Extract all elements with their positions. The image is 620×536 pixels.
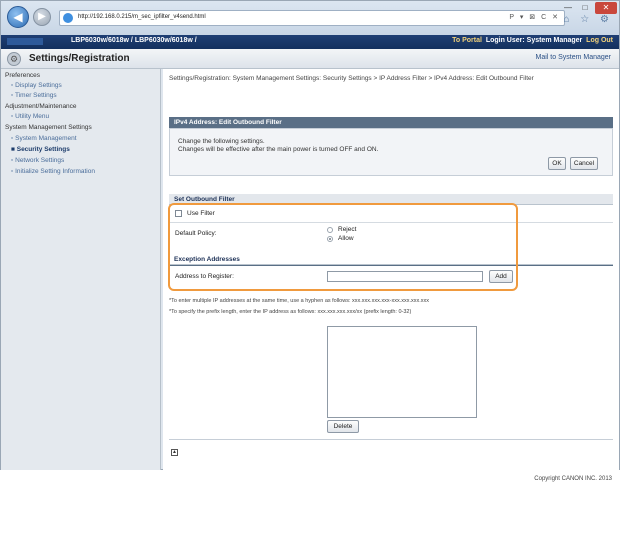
- sidebar-item-timer-settings[interactable]: ▫ Timer Settings: [11, 92, 57, 99]
- sidebar-heading-system-management: System Management Settings: [5, 124, 92, 131]
- note-multiple-addresses: *To enter multiple IP addresses at the s…: [169, 298, 430, 304]
- address-bar[interactable]: http://192.168.0.215/m_sec_ipfilter_v4se…: [59, 10, 565, 26]
- sidebar-item-label: System Management: [15, 135, 77, 142]
- sidebar-item-utility-menu[interactable]: ▫ Utility Menu: [11, 113, 49, 120]
- device-links: To Portal Login User: System Manager Log…: [452, 37, 613, 44]
- address-tools-icons[interactable]: P ▾ ⊠ C ✕: [509, 13, 560, 21]
- highlight-annotation: [168, 203, 518, 291]
- page-icon: [63, 13, 73, 23]
- back-to-top-icon[interactable]: ▲: [171, 449, 178, 456]
- sidebar-item-label: Initialize Setting Information: [15, 168, 95, 175]
- forward-button[interactable]: ▶: [33, 8, 51, 26]
- message-line-2: Changes will be effective after the main…: [178, 146, 379, 153]
- sidebar-item-system-management[interactable]: ▫ System Management: [11, 135, 77, 142]
- browser-titlebar: ◀ ▶ http://192.168.0.215/m_sec_ipfilter_…: [1, 1, 619, 35]
- mail-to-manager-link[interactable]: Mail to System Manager: [536, 54, 611, 61]
- sidebar-item-network-settings[interactable]: ▫ Network Settings: [11, 157, 64, 164]
- close-window-button[interactable]: ✕: [595, 2, 617, 14]
- sidebar-item-label: Timer Settings: [15, 92, 57, 99]
- device-header: LBP6030w/6018w / LBP6030w/6018w / To Por…: [1, 35, 619, 49]
- logout-link[interactable]: Log Out: [586, 37, 613, 44]
- breadcrumb: Settings/Registration: System Management…: [169, 75, 534, 82]
- sidebar-item-label: Network Settings: [15, 157, 65, 164]
- info-message: Change the following settings. Changes w…: [178, 138, 378, 154]
- sidebar-item-security-settings[interactable]: ■ Security Settings: [11, 146, 70, 153]
- canon-logo: [7, 38, 43, 45]
- url-text[interactable]: http://192.168.0.215/m_sec_ipfilter_v4se…: [78, 14, 206, 20]
- message-line-1: Change the following settings.: [178, 138, 265, 145]
- copyright: Copyright CANON INC. 2013: [534, 476, 612, 482]
- sidebar-item-label: Utility Menu: [15, 113, 50, 120]
- sidebar-heading-adjustment: Adjustment/Maintenance: [5, 103, 77, 110]
- sidebar: Preferences ▫ Display Settings ▫ Timer S…: [1, 69, 161, 470]
- delete-button[interactable]: Delete: [327, 420, 359, 433]
- home-favorites-tools-icons[interactable]: ⌂ ☆ ⚙: [563, 14, 613, 25]
- minimize-button[interactable]: —: [560, 2, 576, 14]
- panel-title: IPv4 Address: Edit Outbound Filter: [169, 117, 613, 128]
- page-title: Settings/Registration: [29, 53, 130, 64]
- maximize-button[interactable]: □: [577, 2, 593, 14]
- divider: [169, 439, 613, 440]
- login-user: Login User: System Manager: [485, 37, 583, 44]
- settings-gear-icon: ⚙: [7, 52, 21, 66]
- sidebar-item-label: Security Settings: [16, 146, 70, 153]
- sidebar-item-display-settings[interactable]: ▫ Display Settings: [11, 82, 62, 89]
- cancel-button[interactable]: Cancel: [570, 157, 598, 170]
- info-panel: Change the following settings. Changes w…: [169, 128, 613, 176]
- settings-header: ⚙ Settings/Registration Mail to System M…: [1, 49, 619, 69]
- back-button[interactable]: ◀: [7, 6, 29, 28]
- sidebar-heading-preferences: Preferences: [5, 72, 41, 79]
- sidebar-item-initialize-setting[interactable]: ▫ Initialize Setting Information: [11, 168, 95, 175]
- portal-link[interactable]: To Portal: [452, 37, 482, 44]
- sidebar-item-label: Display Settings: [15, 82, 62, 89]
- device-model: LBP6030w/6018w / LBP6030w/6018w /: [71, 37, 197, 44]
- note-prefix-length: *To specify the prefix length, enter the…: [169, 309, 412, 315]
- registered-addresses-list[interactable]: [327, 326, 477, 418]
- ok-button[interactable]: OK: [548, 157, 566, 170]
